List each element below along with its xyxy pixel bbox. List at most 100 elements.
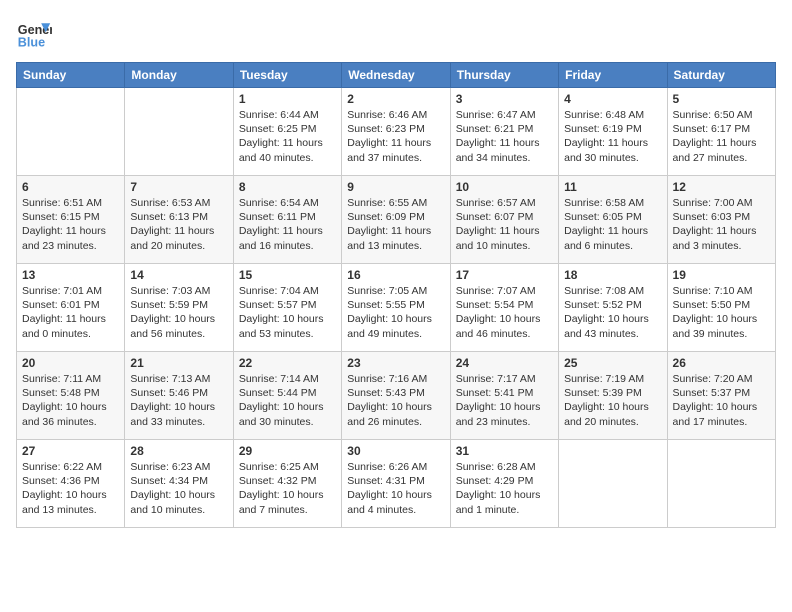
day-number: 12 [673, 180, 770, 194]
day-info: Sunrise: 7:10 AM Sunset: 5:50 PM Dayligh… [673, 284, 770, 341]
day-info: Sunrise: 6:28 AM Sunset: 4:29 PM Dayligh… [456, 460, 553, 517]
calendar-cell: 6Sunrise: 6:51 AM Sunset: 6:15 PM Daylig… [17, 176, 125, 264]
day-info: Sunrise: 6:48 AM Sunset: 6:19 PM Dayligh… [564, 108, 661, 165]
day-info: Sunrise: 6:26 AM Sunset: 4:31 PM Dayligh… [347, 460, 444, 517]
calendar-cell: 11 Sunrise: 6:58 AM Sunset: 6:05 PM Dayli… [559, 176, 667, 264]
calendar-week: 1 Sunrise: 6:44 AM Sunset: 6:25 PM Daylig… [17, 88, 776, 176]
day-info: Sunrise: 6:23 AM Sunset: 4:34 PM Dayligh… [130, 460, 227, 517]
calendar-cell: 8 Sunrise: 6:54 AM Sunset: 6:11 PM Daylig… [233, 176, 341, 264]
day-number: 11 [564, 180, 661, 194]
day-info: Sunrise: 7:16 AM Sunset: 5:43 PM Dayligh… [347, 372, 444, 429]
calendar-cell: 4 Sunrise: 6:48 AM Sunset: 6:19 PM Daylig… [559, 88, 667, 176]
day-number: 22 [239, 356, 336, 370]
day-number: 24 [456, 356, 553, 370]
calendar-cell [125, 88, 233, 176]
calendar-week: 6Sunrise: 6:51 AM Sunset: 6:15 PM Daylig… [17, 176, 776, 264]
day-number: 15 [239, 268, 336, 282]
calendar-cell: 27Sunrise: 6:22 AM Sunset: 4:36 PM Dayli… [17, 440, 125, 528]
day-number: 10 [456, 180, 553, 194]
calendar-cell: 18 Sunrise: 7:08 AM Sunset: 5:52 PM Dayli… [559, 264, 667, 352]
day-info: Sunrise: 6:47 AM Sunset: 6:21 PM Dayligh… [456, 108, 553, 165]
calendar-table: SundayMondayTuesdayWednesdayThursdayFrid… [16, 62, 776, 528]
day-number: 9 [347, 180, 444, 194]
day-info: Sunrise: 7:14 AM Sunset: 5:44 PM Dayligh… [239, 372, 336, 429]
day-number: 19 [673, 268, 770, 282]
day-info: Sunrise: 7:03 AM Sunset: 5:59 PM Dayligh… [130, 284, 227, 341]
day-info: Sunrise: 6:50 AM Sunset: 6:17 PM Dayligh… [673, 108, 770, 165]
day-info: Sunrise: 6:44 AM Sunset: 6:25 PM Dayligh… [239, 108, 336, 165]
day-number: 14 [130, 268, 227, 282]
day-number: 2 [347, 92, 444, 106]
calendar-cell [17, 88, 125, 176]
day-number: 28 [130, 444, 227, 458]
calendar-cell: 9 Sunrise: 6:55 AM Sunset: 6:09 PM Daylig… [342, 176, 450, 264]
calendar-cell [667, 440, 775, 528]
day-info: Sunrise: 6:51 AM Sunset: 6:15 PM Dayligh… [22, 196, 119, 253]
weekday-header: Friday [559, 63, 667, 88]
calendar-week: 27Sunrise: 6:22 AM Sunset: 4:36 PM Dayli… [17, 440, 776, 528]
day-info: Sunrise: 7:07 AM Sunset: 5:54 PM Dayligh… [456, 284, 553, 341]
logo-icon: General Blue [16, 16, 52, 52]
day-info: Sunrise: 7:08 AM Sunset: 5:52 PM Dayligh… [564, 284, 661, 341]
day-number: 4 [564, 92, 661, 106]
calendar-cell: 16 Sunrise: 7:05 AM Sunset: 5:55 PM Dayli… [342, 264, 450, 352]
calendar-cell: 25 Sunrise: 7:19 AM Sunset: 5:39 PM Dayli… [559, 352, 667, 440]
day-info: Sunrise: 6:25 AM Sunset: 4:32 PM Dayligh… [239, 460, 336, 517]
calendar-cell: 7Sunrise: 6:53 AM Sunset: 6:13 PM Daylig… [125, 176, 233, 264]
day-info: Sunrise: 7:01 AM Sunset: 6:01 PM Dayligh… [22, 284, 119, 341]
day-number: 5 [673, 92, 770, 106]
calendar-cell: 15 Sunrise: 7:04 AM Sunset: 5:57 PM Dayli… [233, 264, 341, 352]
day-number: 3 [456, 92, 553, 106]
calendar-cell: 31Sunrise: 6:28 AM Sunset: 4:29 PM Dayli… [450, 440, 558, 528]
day-info: Sunrise: 6:58 AM Sunset: 6:05 PM Dayligh… [564, 196, 661, 253]
weekday-header: Wednesday [342, 63, 450, 88]
day-number: 17 [456, 268, 553, 282]
day-info: Sunrise: 6:54 AM Sunset: 6:11 PM Dayligh… [239, 196, 336, 253]
day-info: Sunrise: 6:22 AM Sunset: 4:36 PM Dayligh… [22, 460, 119, 517]
day-number: 21 [130, 356, 227, 370]
calendar-cell: 19 Sunrise: 7:10 AM Sunset: 5:50 PM Dayli… [667, 264, 775, 352]
day-number: 8 [239, 180, 336, 194]
logo: General Blue [16, 16, 52, 52]
calendar-cell [559, 440, 667, 528]
day-number: 1 [239, 92, 336, 106]
day-number: 29 [239, 444, 336, 458]
calendar-cell: 28 Sunrise: 6:23 AM Sunset: 4:34 PM Dayli… [125, 440, 233, 528]
day-info: Sunrise: 7:11 AM Sunset: 5:48 PM Dayligh… [22, 372, 119, 429]
day-number: 26 [673, 356, 770, 370]
calendar-header: SundayMondayTuesdayWednesdayThursdayFrid… [17, 63, 776, 88]
day-number: 18 [564, 268, 661, 282]
page-header: General Blue [16, 16, 776, 52]
day-number: 16 [347, 268, 444, 282]
day-info: Sunrise: 7:20 AM Sunset: 5:37 PM Dayligh… [673, 372, 770, 429]
day-number: 20 [22, 356, 119, 370]
calendar-cell: 2Sunrise: 6:46 AM Sunset: 6:23 PM Daylig… [342, 88, 450, 176]
weekday-header: Saturday [667, 63, 775, 88]
day-info: Sunrise: 7:05 AM Sunset: 5:55 PM Dayligh… [347, 284, 444, 341]
calendar-cell: 10 Sunrise: 6:57 AM Sunset: 6:07 PM Dayli… [450, 176, 558, 264]
day-number: 30 [347, 444, 444, 458]
calendar-cell: 3 Sunrise: 6:47 AM Sunset: 6:21 PM Daylig… [450, 88, 558, 176]
calendar-cell: 12 Sunrise: 7:00 AM Sunset: 6:03 PM Dayli… [667, 176, 775, 264]
calendar-week: 13 Sunrise: 7:01 AM Sunset: 6:01 PM Dayli… [17, 264, 776, 352]
calendar-cell: 1 Sunrise: 6:44 AM Sunset: 6:25 PM Daylig… [233, 88, 341, 176]
day-number: 13 [22, 268, 119, 282]
day-number: 7 [130, 180, 227, 194]
svg-text:Blue: Blue [18, 36, 45, 50]
calendar-cell: 29 Sunrise: 6:25 AM Sunset: 4:32 PM Dayli… [233, 440, 341, 528]
weekday-header: Tuesday [233, 63, 341, 88]
weekday-header: Thursday [450, 63, 558, 88]
weekday-header: Monday [125, 63, 233, 88]
day-info: Sunrise: 7:00 AM Sunset: 6:03 PM Dayligh… [673, 196, 770, 253]
day-info: Sunrise: 7:04 AM Sunset: 5:57 PM Dayligh… [239, 284, 336, 341]
day-info: Sunrise: 6:57 AM Sunset: 6:07 PM Dayligh… [456, 196, 553, 253]
day-number: 25 [564, 356, 661, 370]
calendar-cell: 20 Sunrise: 7:11 AM Sunset: 5:48 PM Dayli… [17, 352, 125, 440]
day-info: Sunrise: 7:13 AM Sunset: 5:46 PM Dayligh… [130, 372, 227, 429]
calendar-cell: 26 Sunrise: 7:20 AM Sunset: 5:37 PM Dayli… [667, 352, 775, 440]
day-info: Sunrise: 7:17 AM Sunset: 5:41 PM Dayligh… [456, 372, 553, 429]
day-info: Sunrise: 7:19 AM Sunset: 5:39 PM Dayligh… [564, 372, 661, 429]
calendar-cell: 5 Sunrise: 6:50 AM Sunset: 6:17 PM Daylig… [667, 88, 775, 176]
day-info: Sunrise: 6:55 AM Sunset: 6:09 PM Dayligh… [347, 196, 444, 253]
weekday-header: Sunday [17, 63, 125, 88]
